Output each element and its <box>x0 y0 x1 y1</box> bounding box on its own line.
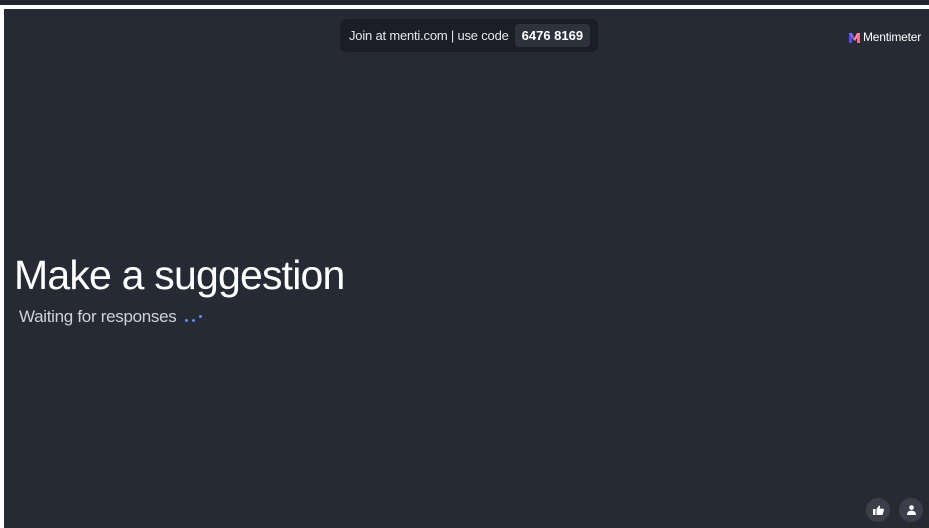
join-code-badge: 6476 8169 <box>514 24 591 47</box>
slide-title: Make a suggestion <box>14 252 345 298</box>
loading-dot <box>192 318 196 322</box>
waiting-status: Waiting for responses <box>19 307 203 327</box>
reactions-button[interactable] <box>866 498 890 522</box>
loading-dots-icon <box>185 314 203 322</box>
window-top-bar <box>0 0 929 5</box>
loading-dot <box>199 314 203 318</box>
waiting-status-text: Waiting for responses <box>19 307 177 326</box>
thumbs-up-icon <box>872 505 884 515</box>
person-icon <box>906 505 916 515</box>
mentimeter-logo-icon <box>848 32 860 43</box>
brand-name: Mentimeter <box>862 30 921 44</box>
presentation-window: Join at menti.com | use code 6476 8169 M… <box>0 0 929 528</box>
join-instructions-text: Join at menti.com | use code <box>349 28 509 43</box>
loading-dot <box>185 318 189 322</box>
join-instructions-bar: Join at menti.com | use code 6476 8169 <box>340 19 599 52</box>
participants-button[interactable] <box>899 498 923 522</box>
slide-canvas: Join at menti.com | use code 6476 8169 M… <box>4 9 929 528</box>
brand-logo: Mentimeter <box>848 30 921 44</box>
